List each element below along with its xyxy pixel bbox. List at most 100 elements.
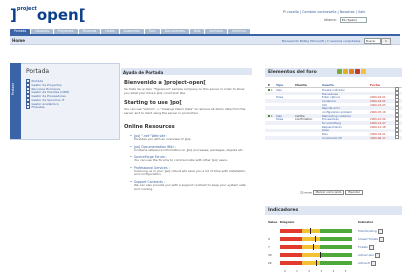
forum-portlet-title: Elementos del foro [268, 70, 317, 75]
priority-icon [268, 88, 270, 91]
forum-column-header[interactable]: Tipo [276, 83, 295, 87]
gauge-marker [319, 252, 321, 258]
bullet-icon [26, 105, 30, 110]
portlet-action-icon[interactable] [343, 69, 348, 74]
indicator-history-icon[interactable] [379, 236, 385, 242]
resource-item: SourceForge Forum :You can use the forum… [124, 155, 250, 163]
resource-description: Contains reference information on ]po[ p… [134, 147, 244, 152]
priority-value: 1 [271, 87, 273, 92]
indicator-value: 30 [268, 253, 272, 257]
indicator-col-indicator: Indicator [358, 220, 374, 224]
forum-table-body: 1 Idea Prueba indicador Discusiones Tarea Ent… [265, 87, 402, 140]
indicator-name-link[interactable]: Total Pending [358, 229, 377, 233]
language-select[interactable]: ES (Spain) [339, 17, 367, 23]
portlet-action-icon[interactable] [337, 69, 342, 74]
due-date-cell: 2006-12-18 [370, 124, 386, 129]
indicators-list: Total Pending 9 Closed Tickets 7 Tickets 30 Ac… [268, 227, 400, 267]
subject-link[interactable]: Incremento CP [322, 136, 370, 140]
gauge-segment [280, 261, 302, 265]
header-user-links[interactable]: Pi casella | Cambiar contraseña | Nosotr… [283, 10, 365, 14]
portlet-action-icon[interactable] [355, 69, 360, 74]
portada-title: Portada [26, 68, 50, 75]
search-input[interactable]: Buscar [364, 38, 381, 44]
online-resources-list: ]po[ ".net" Web site :Provides you with … [124, 134, 250, 194]
search-button[interactable]: Ir [381, 38, 391, 45]
indicator-gauge [280, 260, 352, 266]
language-label: Idioma: [324, 18, 337, 22]
indicator-history-icon[interactable] [368, 244, 374, 250]
indicator-col-value: Value [268, 220, 278, 224]
indicator-value: 7 [268, 245, 270, 249]
online-resources-heading: Online Resources [124, 124, 175, 130]
indicator-name-link[interactable]: Active User [358, 253, 374, 257]
priority-cell: 1 [265, 114, 276, 118]
indicator-history-icon[interactable] [377, 228, 383, 234]
gauge-segment [301, 237, 320, 241]
due-date-cell: 2006-06-17 [370, 135, 386, 140]
portada-link-list: Portada Gestor de Proyectos Recursos Human… [26, 78, 69, 110]
indicator-gauge [280, 252, 352, 258]
gauge-segment [301, 245, 320, 249]
gauge-marker [314, 236, 316, 242]
resource-item: Professional Services :Involving us in y… [124, 166, 250, 177]
indicator-scale: 0 1 2 3 4 5 [284, 270, 346, 273]
gauge-marker [313, 244, 315, 250]
due-date-cell: 2006-05-16 [370, 109, 386, 114]
forum-column-header[interactable]: Cliente [295, 83, 322, 87]
forum-table: P Tipo Cliente Asunto Fecha 1 Idea Prueba indic… [265, 82, 402, 140]
portlet-side-tab[interactable] [10, 63, 21, 139]
resource-description: Provides you with an overview of ]po[. [134, 137, 192, 141]
indicator-row: 7 Tickets [268, 243, 400, 251]
scale-tick-label: 0 [284, 270, 286, 273]
indicator-col-diagram: Diagram [280, 220, 295, 224]
client-cell[interactable]: Confirmation [295, 117, 322, 121]
indicator-gauge [280, 228, 352, 234]
welcome-text: Se trata de un tipo "Tigerpond" sample c… [124, 87, 245, 95]
resource-description: We can also provide you with a support c… [134, 182, 246, 191]
indicator-name-link[interactable]: Active Pr [358, 261, 370, 265]
gauge-segment [280, 237, 302, 241]
type-cell: Tarea [276, 117, 284, 122]
indicators-column-headers: Value Diagram Indicator [268, 220, 400, 224]
indicator-row: 9 Closed Tickets [268, 235, 400, 243]
resource-description: Involving us in your ]po[ rollout will s… [134, 168, 246, 177]
resource-item: ]po[ Documentation Wiki :Contains refere… [124, 145, 250, 153]
resource-description: You can use the forums to communicate wi… [134, 158, 228, 163]
forum-column-header[interactable]: Fecha [370, 83, 395, 87]
gauge-segment [319, 253, 352, 257]
type-cell: Idea [276, 87, 282, 92]
priority-value: 1 [271, 113, 273, 118]
logo[interactable]: ]projectopen[ [10, 6, 86, 24]
starting-text: You can use "Admin" -> "Cleanup Demo Dat… [124, 107, 246, 115]
indicator-name-link[interactable]: Closed Tickets [358, 237, 378, 241]
portada-link[interactable]: Finanzas [26, 105, 69, 110]
bulk-action-select[interactable]: Marcar como leído [312, 190, 345, 195]
portlet-action-icon[interactable] [361, 69, 366, 74]
indicator-row: 24 Active Pr [268, 259, 400, 267]
table-row: Incremento CP 2006-06-17 [265, 135, 402, 140]
indicator-history-icon[interactable] [371, 260, 377, 266]
indicator-value: 24 [268, 261, 272, 265]
more-items-link[interactable]: 25 more [300, 191, 312, 195]
portlet-action-icon[interactable] [349, 69, 354, 74]
page-title: Home [12, 37, 25, 43]
resource-item: Support Contracts :We can also provide y… [124, 180, 250, 191]
gauge-segment [301, 253, 320, 257]
indicator-name-link[interactable]: Tickets [358, 245, 368, 249]
gauge-segment [319, 245, 352, 249]
execute-button[interactable]: Ejecutar [345, 190, 363, 195]
indicator-history-icon[interactable] [374, 252, 380, 258]
scale-tick-label: 1 [296, 270, 298, 273]
forum-column-header[interactable]: Asunto [322, 83, 370, 87]
due-date-cell: 2006-04-03 [370, 102, 386, 107]
indicator-value: 9 [268, 237, 270, 241]
gauge-segment [319, 261, 352, 265]
indicators-portlet-title: Indicadores [268, 208, 299, 213]
welcome-status[interactable]: Bienvenido Bobby Microsoft | 7 usuarios … [282, 39, 360, 43]
row-select-cell [395, 135, 399, 140]
forum-column-header[interactable]: P [265, 83, 276, 87]
scale-tick-label: 4 [332, 270, 335, 273]
row-checkbox[interactable] [395, 135, 399, 140]
scale-tick-label: 3 [320, 270, 323, 273]
indicator-row: 30 Active User [268, 251, 400, 259]
